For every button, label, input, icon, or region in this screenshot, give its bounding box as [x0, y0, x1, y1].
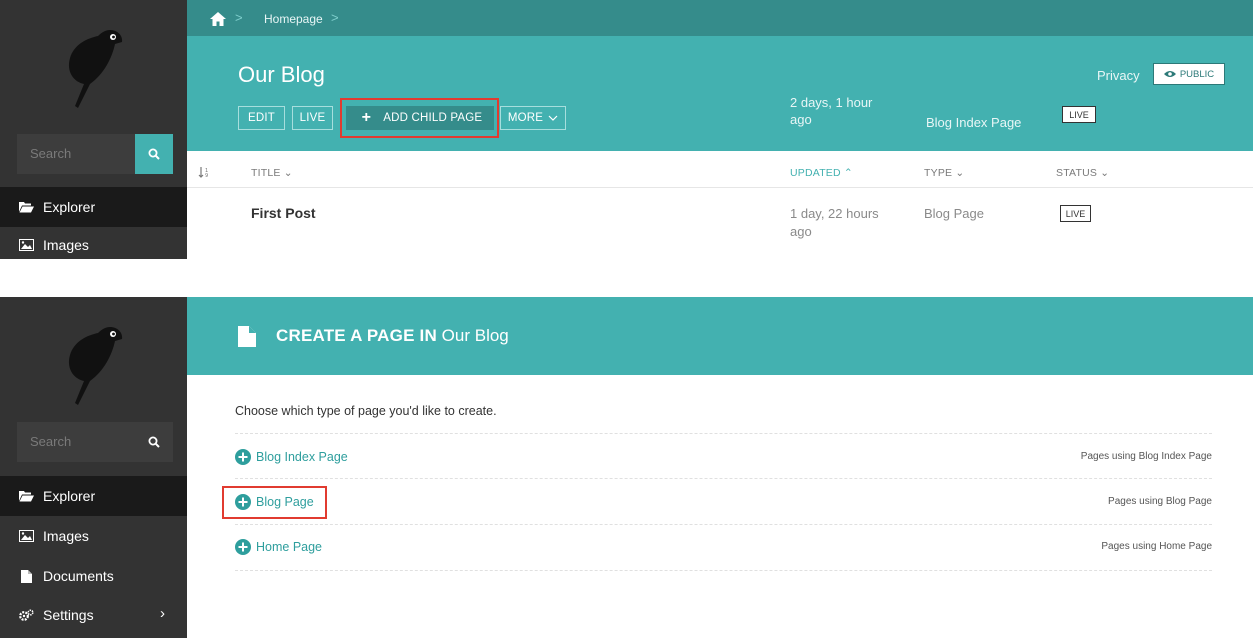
- image-icon: [18, 529, 34, 543]
- sidebar: Search Explorer Images: [0, 0, 187, 259]
- privacy-label: Privacy: [1097, 68, 1140, 83]
- sidebar-item-label: Explorer: [43, 488, 96, 504]
- pages-using-link[interactable]: Pages using Blog Page: [1108, 496, 1212, 507]
- eye-icon: [1163, 71, 1176, 77]
- status-badge: LIVE: [1062, 106, 1096, 123]
- divider: [187, 187, 1253, 188]
- image-icon: [18, 238, 34, 252]
- document-icon: [238, 326, 256, 347]
- chevron-down-icon: ⌄: [283, 167, 293, 179]
- page-header: CREATE A PAGE IN Our Blog: [187, 297, 1253, 375]
- sidebar: Search Explorer Images Documents Setting…: [0, 297, 187, 638]
- page-type-link-home-page[interactable]: Home Page: [235, 539, 322, 555]
- chevron-right-icon: ›: [160, 605, 165, 622]
- breadcrumb: > Homepage >: [187, 0, 1253, 36]
- sort-order-icon[interactable]: 19: [198, 166, 210, 178]
- sidebar-item-label: Settings: [43, 607, 94, 623]
- search-icon: [148, 148, 160, 160]
- plus-circle-icon: [235, 449, 251, 465]
- folder-open-icon: [18, 489, 34, 503]
- wagtail-logo-icon[interactable]: [60, 24, 126, 110]
- edit-button[interactable]: EDIT: [238, 106, 285, 130]
- intro-text: Choose which type of page you'd like to …: [235, 404, 497, 418]
- divider: [235, 570, 1212, 571]
- search-input[interactable]: Search: [17, 422, 135, 462]
- pages-using-link[interactable]: Pages using Home Page: [1101, 541, 1212, 552]
- more-label: MORE: [507, 112, 544, 124]
- row-type: Blog Page: [924, 206, 984, 221]
- search-input[interactable]: Search: [17, 134, 135, 174]
- chevron-right-icon: >: [235, 10, 243, 25]
- row-title-link[interactable]: First Post: [251, 205, 316, 221]
- pages-using-link[interactable]: Pages using Blog Index Page: [1081, 451, 1212, 462]
- privacy-public-button[interactable]: PUBLIC: [1153, 63, 1225, 85]
- status-badge: LIVE: [1060, 205, 1091, 222]
- chevron-down-icon: [548, 115, 558, 121]
- column-header-updated[interactable]: UPDATED ⌃: [790, 167, 853, 179]
- sidebar-item-label: Documents: [43, 568, 114, 584]
- document-icon: [18, 569, 34, 583]
- sidebar-item-label: Images: [43, 237, 89, 253]
- divider: [235, 524, 1212, 525]
- privacy-value: PUBLIC: [1179, 68, 1215, 80]
- search-button[interactable]: [135, 134, 173, 174]
- page-title: CREATE A PAGE IN Our Blog: [276, 326, 509, 345]
- svg-text:9: 9: [205, 173, 208, 178]
- search-button[interactable]: [135, 422, 173, 462]
- sidebar-item-explorer[interactable]: Explorer: [0, 187, 187, 227]
- updated-value: 2 days, 1 hour ago: [790, 95, 873, 127]
- column-header-title[interactable]: TITLE ⌄: [251, 167, 293, 179]
- column-header-type[interactable]: TYPE ⌄: [924, 167, 964, 179]
- divider: [235, 433, 1212, 434]
- sidebar-item-images[interactable]: Images: [0, 225, 187, 259]
- search-icon: [148, 436, 160, 448]
- chevron-up-icon: ⌃: [843, 167, 853, 179]
- folder-open-icon: [18, 200, 34, 214]
- view-live-button[interactable]: LIVE: [292, 106, 333, 130]
- row-updated: 1 day, 22 hours ago: [790, 206, 879, 239]
- sidebar-item-documents[interactable]: Documents: [0, 556, 187, 596]
- page-type-link-blog-index-page[interactable]: Blog Index Page: [235, 449, 348, 465]
- highlight-box: [222, 486, 327, 519]
- highlight-box: [340, 98, 499, 138]
- page-type-value: Blog Index Page: [926, 115, 1022, 130]
- sidebar-item-settings[interactable]: Settings ›: [0, 595, 187, 635]
- cogs-icon: [18, 608, 34, 622]
- chevron-down-icon: ⌄: [1100, 167, 1110, 179]
- breadcrumb-item-homepage[interactable]: Homepage: [264, 12, 323, 26]
- page-header: Our Blog EDIT LIVE + ADD CHILD PAGE MORE…: [187, 36, 1253, 151]
- sidebar-item-images[interactable]: Images: [0, 516, 187, 556]
- page-title: Our Blog: [238, 62, 325, 87]
- sidebar-item-label: Explorer: [43, 199, 96, 215]
- sidebar-item-explorer[interactable]: Explorer: [0, 476, 187, 516]
- home-icon[interactable]: [210, 12, 226, 26]
- plus-circle-icon: [235, 539, 251, 555]
- divider: [235, 478, 1212, 479]
- chevron-right-icon: >: [331, 10, 339, 25]
- column-header-status[interactable]: STATUS ⌄: [1056, 167, 1109, 179]
- chevron-down-icon: ⌄: [955, 167, 965, 179]
- page-explorer-panel: Search Explorer Images > Homepage > Our …: [0, 0, 1253, 262]
- wagtail-logo-icon[interactable]: [60, 321, 126, 407]
- sidebar-item-label: Images: [43, 528, 89, 544]
- more-dropdown-button[interactable]: MORE: [500, 106, 566, 130]
